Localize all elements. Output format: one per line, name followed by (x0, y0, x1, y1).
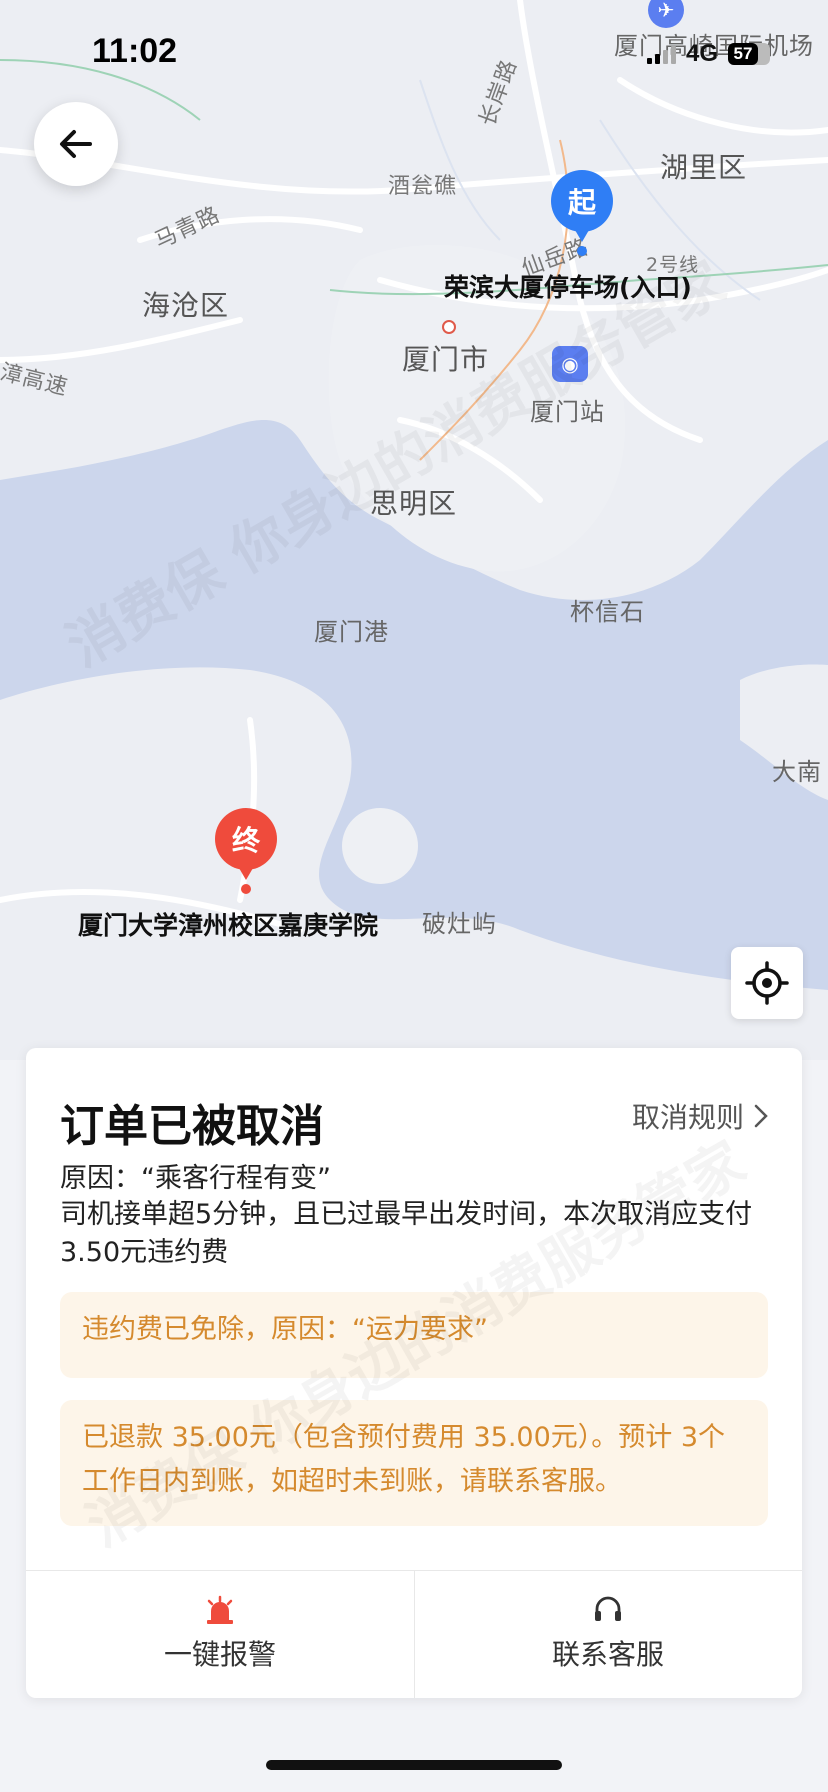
cancel-rules-label: 取消规则 (631, 1101, 744, 1134)
end-pin[interactable]: 终 (215, 808, 277, 880)
map-view[interactable]: 厦门高崎国际机场 湖里区 长岸路 酒瓮礁 马青路 海沧区 仙岳路 2号线 厦门市… (0, 0, 828, 1060)
battery-icon: 57 (728, 43, 770, 65)
map-label-xiamen-station: 厦门站 (530, 398, 605, 426)
start-pin[interactable]: 起 (551, 170, 613, 242)
fee-waived-notice: 违约费已免除，原因：“运力要求” (60, 1292, 768, 1378)
map-label-haicang: 海沧区 (142, 289, 230, 322)
order-status-title: 订单已被取消 (60, 1101, 324, 1152)
start-location-label: 荣滨大厦停车场(入口) (444, 273, 692, 302)
refund-notice: 已退款 35.00元（包含预付费用 35.00元）。预计 3个工作日内到账，如超… (60, 1400, 768, 1526)
alarm-siren-icon (207, 1595, 233, 1624)
map-label-siming: 思明区 (370, 487, 458, 520)
city-marker (442, 320, 456, 334)
end-point-dot (241, 884, 251, 894)
signal-icon (646, 44, 676, 64)
map-label-jiugongjiao: 酒瓮礁 (388, 174, 458, 199)
crosshair-icon (745, 961, 789, 1005)
refund-text: 已退款 35.00元（包含预付费用 35.00元）。预计 3个工作日内到账，如超… (82, 1422, 726, 1497)
home-indicator[interactable] (266, 1760, 562, 1770)
map-label-xiamen-port: 厦门港 (314, 618, 389, 646)
map-label-pozaoyu: 破灶屿 (422, 910, 497, 938)
network-type: 4G (685, 40, 718, 67)
battery-level: 57 (728, 43, 758, 65)
status-time: 11:02 (92, 32, 178, 70)
back-button[interactable] (34, 102, 118, 186)
contact-support-label: 联系客服 (551, 1638, 664, 1671)
locate-me-button[interactable] (731, 947, 803, 1019)
headset-icon (595, 1596, 621, 1621)
order-status-card: 订单已被取消 取消规则 原因：“乘客行程有变” 司机接单超5分钟，且已过最早出发… (26, 1048, 802, 1698)
cancel-rules-link[interactable]: 取消规则 (632, 1096, 768, 1136)
contact-support-button[interactable]: 联系客服 (414, 1570, 802, 1698)
chevron-right-icon (754, 1104, 768, 1128)
fee-waived-text: 违约费已免除，原因：“运力要求” (82, 1314, 488, 1345)
map-label-beixinshi: 杯信石 (570, 598, 645, 626)
back-arrow-icon (60, 130, 92, 158)
map-label-huli: 湖里区 (660, 151, 748, 184)
emergency-alarm-button[interactable]: 一键报警 (26, 1570, 414, 1698)
map-label-xiamen-city: 厦门市 (402, 343, 490, 376)
cancel-reason: 原因：“乘客行程有变” (60, 1163, 331, 1194)
start-point-dot (577, 246, 587, 256)
cancel-description: 司机接单超5分钟，且已过最早出发时间，本次取消应支付3.50元违约费 (60, 1199, 753, 1268)
train-station-icon: ◉ (552, 346, 588, 382)
status-indicators: 4G 57 (646, 40, 770, 68)
end-location-label: 厦门大学漳州校区嘉庚学院 (78, 911, 379, 940)
map-label-danan: 大南 (772, 758, 822, 786)
emergency-alarm-label: 一键报警 (163, 1638, 276, 1671)
